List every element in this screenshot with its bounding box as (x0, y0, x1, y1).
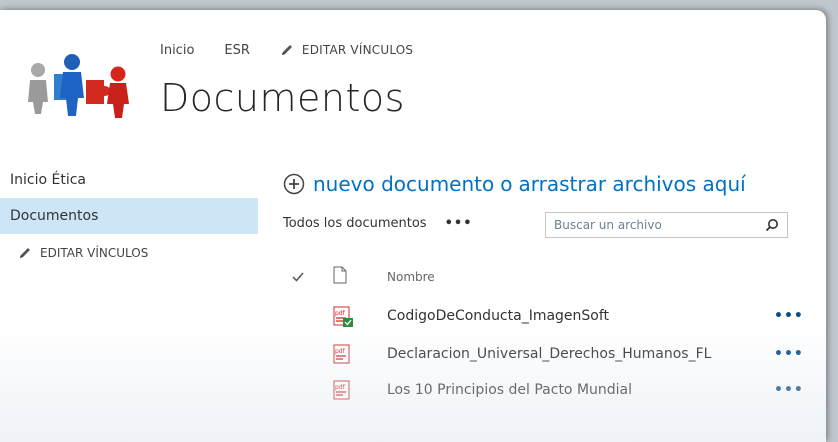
file-more-button[interactable]: ••• (774, 308, 804, 324)
sidebar-item-documentos[interactable]: Documentos (0, 198, 258, 234)
pdf-icon: pdf (333, 344, 350, 364)
svg-text:pdf: pdf (335, 348, 346, 355)
view-more-button[interactable]: ••• (445, 216, 473, 231)
view-selector: Todos los documentos ••• (283, 216, 473, 231)
sidebar-edit-links-button[interactable]: EDITAR VÍNCULOS (0, 246, 258, 260)
file-more-button[interactable]: ••• (774, 382, 804, 398)
pencil-icon (281, 45, 292, 55)
pencil-icon (20, 248, 30, 258)
column-header-name[interactable]: Nombre (387, 270, 435, 284)
left-navigation: Inicio Ética Documentos EDITAR VÍNCULOS (0, 162, 258, 260)
pdf-icon: pdf (333, 306, 353, 327)
sidebar-item-inicio-etica[interactable]: Inicio Ética (0, 162, 258, 198)
search-icon[interactable] (765, 218, 779, 232)
add-circle-icon[interactable] (283, 173, 305, 195)
top-edit-links-label: EDITAR VÍNCULOS (301, 43, 414, 57)
new-document-link[interactable]: nuevo documento (313, 172, 494, 196)
list-item[interactable]: pdf CodigoDeConducta_ImagenSoft ••• (283, 306, 803, 336)
svg-text:pdf: pdf (335, 310, 346, 317)
top-edit-links-button[interactable]: EDITAR VÍNCULOS (280, 43, 413, 57)
checkmark-icon[interactable] (291, 270, 305, 284)
search-input[interactable] (546, 217, 756, 233)
pdf-icon: pdf (333, 380, 350, 400)
list-item[interactable]: pdf Declaracion_Universal_Derechos_Human… (283, 344, 803, 374)
new-document-or: o (500, 172, 513, 196)
file-more-button[interactable]: ••• (774, 346, 804, 362)
site-logo[interactable] (18, 40, 134, 120)
search-box (545, 212, 788, 238)
sidebar-edit-links-label: EDITAR VÍNCULOS (40, 246, 149, 260)
svg-text:pdf: pdf (335, 384, 346, 391)
sharepoint-window: Inicio ESR EDITAR VÍNCULOS Documentos In… (0, 10, 826, 442)
page-title: Documentos (160, 76, 405, 120)
document-type-icon (333, 266, 347, 284)
file-name-link[interactable]: Los 10 Principios del Pacto Mundial (387, 382, 632, 398)
file-name-link[interactable]: CodigoDeConducta_ImagenSoft (387, 308, 609, 324)
file-name-link[interactable]: Declaracion_Universal_Derechos_Humanos_F… (387, 346, 711, 362)
top-nav-esr[interactable]: ESR (224, 43, 250, 58)
top-nav-inicio[interactable]: Inicio (160, 43, 194, 58)
new-document-bar: nuevo documento o arrastrar archivos aqu… (283, 172, 746, 196)
top-navigation: Inicio ESR EDITAR VÍNCULOS (160, 40, 413, 60)
list-item[interactable]: pdf Los 10 Principios del Pacto Mundial … (283, 380, 803, 410)
list-header: Nombre (283, 266, 803, 290)
drag-files-hint: arrastrar archivos aquí (518, 172, 746, 196)
view-all-documents[interactable]: Todos los documentos (283, 216, 427, 231)
